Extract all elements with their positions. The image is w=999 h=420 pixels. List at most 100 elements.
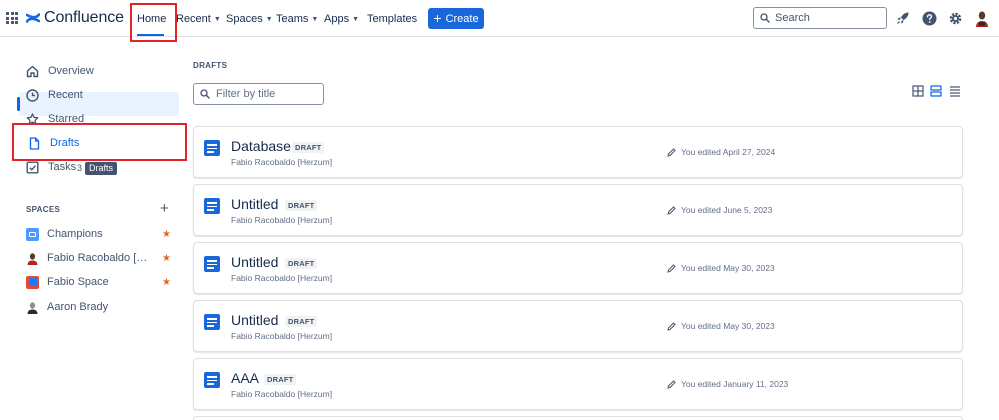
draft-title[interactable]: AAA [231,370,259,386]
checkbox-icon [26,161,39,174]
compact-list-view-icon[interactable] [930,84,943,97]
draft-author: Fabio Racobaldo [Herzum] [231,215,333,225]
page-document-icon [204,256,220,272]
draft-edited-info: You edited April 27, 2024 [667,147,775,157]
starred-star-icon[interactable]: ★ [162,253,171,264]
page-document-icon [204,140,220,156]
nav-templates[interactable]: Templates [367,13,417,25]
nav-spaces-label: Spaces [226,13,263,25]
draft-badge: DRAFT [285,200,318,211]
draft-author: Fabio Racobaldo [Herzum] [231,331,333,341]
draft-badge: DRAFT [285,316,318,327]
draft-author: Fabio Racobaldo [Herzum] [231,157,333,167]
grid-view-icon[interactable] [912,84,925,97]
starred-star-icon[interactable]: ★ [162,277,171,288]
user-avatar[interactable] [974,10,990,27]
help-icon[interactable] [921,10,937,26]
draft-author: Fabio Racobaldo [Herzum] [231,389,333,399]
home-icon [26,65,39,78]
space-item-fabio-space[interactable]: Fabio Space ★ [26,273,171,291]
nav-teams-label: Teams [276,13,309,25]
space-avatar-champions [26,227,39,241]
draft-badge: DRAFT [292,142,325,153]
draft-edited-info: You edited June 5, 2023 [667,205,772,215]
space-avatar-fabio-space [26,275,39,289]
nav-spaces[interactable]: Spaces ▼ [226,13,273,25]
pencil-icon [667,147,676,157]
space-label: Aaron Brady [47,301,109,313]
search-input[interactable] [775,12,875,24]
page-document-icon [204,198,220,214]
sidebar-item-label: Tasks [48,161,77,173]
draft-card-partial[interactable] [193,416,963,420]
search-icon [760,13,770,23]
add-space-plus-icon[interactable]: + [160,201,169,216]
logo-text: Confluence [44,9,124,26]
nav-teams[interactable]: Teams ▼ [276,13,318,25]
active-indicator-bar [17,97,20,111]
nav-recent-label: Recent [176,13,211,25]
nav-apps[interactable]: Apps ▼ [324,13,359,25]
notifications-rocket-icon[interactable] [895,10,911,26]
space-label: Champions [47,228,103,240]
sidebar-item-label: Recent [48,89,83,101]
nav-templates-label: Templates [367,13,418,25]
space-avatar-person [26,252,39,265]
space-item-fabio-racobaldo[interactable]: Fabio Racobaldo [Herzum] ★ [26,249,171,267]
draft-card[interactable]: Untitled DRAFT Fabio Racobaldo [Herzum] … [193,184,963,236]
draft-card[interactable]: Database DRAFT Fabio Racobaldo [Herzum] … [193,126,963,178]
draft-badge: DRAFT [264,374,297,385]
spaces-section-label: SPACES [26,205,61,214]
draft-badge: DRAFT [285,258,318,269]
sidebar-item-recent[interactable]: Recent [26,85,83,105]
task-count: 3 [77,163,83,173]
clock-icon [26,88,39,102]
app-switcher-icon[interactable] [6,12,18,24]
confluence-logo[interactable]: Confluence [26,9,124,27]
space-item-champions[interactable]: Champions ★ [26,225,171,243]
page-document-icon [204,314,220,330]
draft-edited-text: You edited May 30, 2023 [681,263,775,273]
search-icon [200,89,210,99]
draft-edited-text: You edited June 5, 2023 [681,205,773,215]
draft-edited-text: You edited April 27, 2024 [681,147,776,157]
draft-title[interactable]: Untitled [231,312,278,328]
page-title: DRAFTS [193,61,228,70]
pencil-icon [667,263,676,273]
chevron-down-icon: ▼ [265,15,273,23]
space-label: Fabio Space [47,276,109,288]
draft-title[interactable]: Untitled [231,254,278,270]
create-button-label: Create [445,12,479,25]
pencil-icon [667,379,676,389]
nav-apps-label: Apps [324,13,350,25]
draft-edited-text: You edited January 11, 2023 [681,379,789,389]
highlight-home-box [130,3,177,42]
draft-card[interactable]: Untitled DRAFT Fabio Racobaldo [Herzum] … [193,300,963,352]
filter-box[interactable] [193,83,324,105]
tooltip: Drafts [85,162,118,175]
nav-recent[interactable]: Recent ▼ [176,13,221,25]
highlight-drafts-box [12,123,187,161]
create-button[interactable]: + Create [428,8,484,29]
space-item-aaron-brady[interactable]: Aaron Brady [26,298,171,316]
filter-by-title-input[interactable] [216,88,316,100]
draft-title[interactable]: Database [231,138,291,154]
starred-star-icon[interactable]: ★ [162,229,171,240]
space-label: Fabio Racobaldo [Herzum] [47,252,155,264]
list-view-icon[interactable] [949,84,962,97]
draft-card[interactable]: Untitled DRAFT Fabio Racobaldo [Herzum] … [193,242,963,294]
chevron-down-icon: ▼ [352,15,360,23]
draft-edited-info: You edited January 11, 2023 [667,379,788,389]
draft-card[interactable]: AAA DRAFT Fabio Racobaldo [Herzum] You e… [193,358,963,410]
settings-gear-icon[interactable] [947,10,963,26]
pencil-icon [667,205,676,215]
sidebar-item-overview[interactable]: Overview [26,61,94,81]
confluence-logo-icon [26,13,40,23]
pencil-icon [667,321,676,331]
draft-edited-text: You edited May 30, 2023 [681,321,775,331]
search-box[interactable] [753,7,887,29]
page-document-icon [204,372,220,388]
draft-title[interactable]: Untitled [231,196,278,212]
draft-edited-info: You edited May 30, 2023 [667,321,775,331]
plus-icon: + [433,10,442,26]
